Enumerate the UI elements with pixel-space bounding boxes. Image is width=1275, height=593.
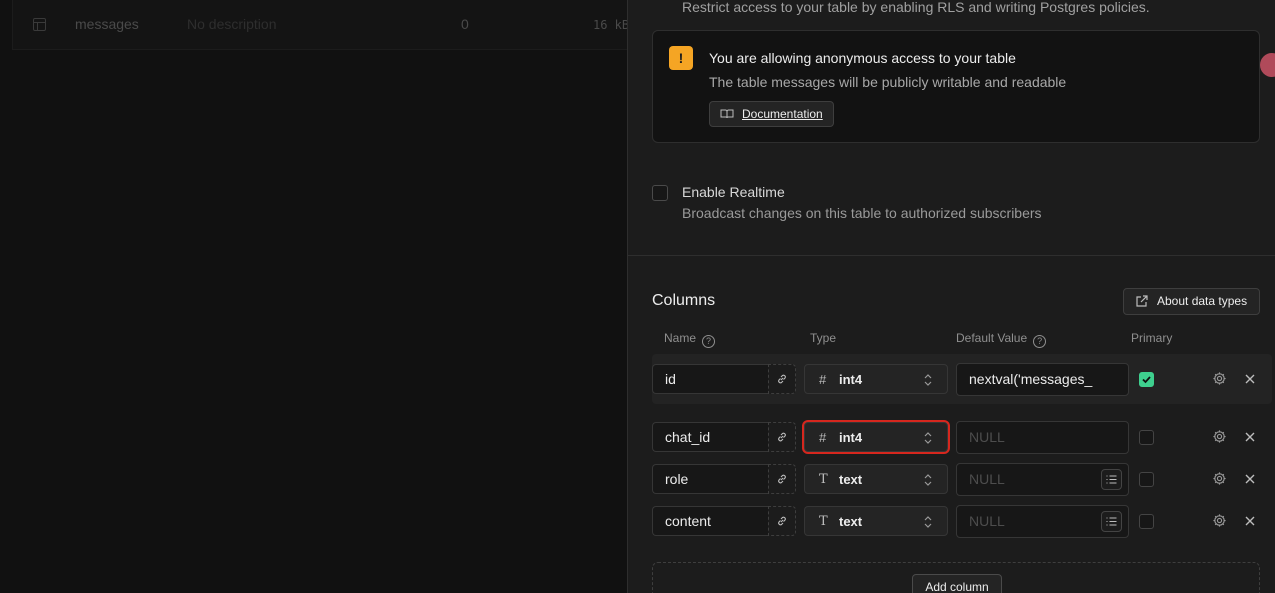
column-type-value: text bbox=[839, 514, 863, 529]
column-type-select[interactable]: T text bbox=[804, 464, 948, 494]
link-icon bbox=[778, 432, 786, 442]
link-icon bbox=[778, 474, 786, 484]
column-name-input[interactable]: role bbox=[652, 464, 768, 494]
column-header-default: Default Value? bbox=[956, 331, 1047, 348]
hash-icon: # bbox=[819, 430, 827, 445]
add-column-area: Add column bbox=[652, 562, 1260, 593]
column-type-value: int4 bbox=[839, 430, 863, 445]
default-value-placeholder: NULL bbox=[969, 513, 1005, 529]
foreign-key-button[interactable] bbox=[768, 364, 796, 394]
table-row[interactable]: messages No description 0 16 kB bbox=[12, 0, 652, 50]
column-type-value: int4 bbox=[839, 372, 863, 387]
chevron-up-down-icon bbox=[924, 374, 932, 386]
alert-title: You are allowing anonymous access to you… bbox=[709, 50, 1016, 66]
columns-title: Columns bbox=[652, 292, 716, 309]
primary-key-checkbox[interactable] bbox=[1139, 372, 1154, 387]
table-size: 16 kB bbox=[593, 18, 630, 32]
hash-icon: # bbox=[819, 372, 827, 387]
table-row-count: 0 bbox=[461, 16, 469, 32]
primary-key-checkbox[interactable] bbox=[1139, 514, 1154, 529]
help-icon[interactable]: ? bbox=[1033, 335, 1047, 348]
add-column-button[interactable]: Add column bbox=[912, 574, 1002, 593]
primary-key-checkbox[interactable] bbox=[1139, 430, 1154, 445]
foreign-key-button[interactable] bbox=[768, 506, 796, 536]
link-icon bbox=[778, 374, 786, 384]
column-type-select[interactable]: T text bbox=[804, 506, 948, 536]
documentation-label: Documentation bbox=[742, 107, 823, 121]
gear-icon[interactable] bbox=[1212, 429, 1227, 444]
anonymous-access-alert: ! You are allowing anonymous access to y… bbox=[652, 30, 1260, 143]
default-value-input[interactable]: NULL bbox=[956, 421, 1129, 454]
table-list-backdrop: messages No description 0 16 kB bbox=[0, 0, 652, 593]
list-icon bbox=[1106, 475, 1117, 484]
close-icon[interactable] bbox=[1244, 515, 1256, 527]
text-type-icon: T bbox=[819, 472, 828, 487]
table-icon bbox=[33, 18, 46, 31]
table-description: No description bbox=[187, 16, 277, 32]
external-link-icon bbox=[1136, 295, 1148, 307]
chevron-up-down-icon bbox=[924, 474, 932, 486]
default-value-input[interactable]: NULL bbox=[956, 505, 1129, 538]
chevron-up-down-icon bbox=[924, 516, 932, 528]
column-type-select[interactable]: # int4 bbox=[804, 422, 948, 452]
column-type-select[interactable]: # int4 bbox=[804, 364, 948, 394]
realtime-label: Enable Realtime bbox=[682, 184, 785, 200]
close-icon[interactable] bbox=[1244, 431, 1256, 443]
link-icon bbox=[778, 516, 786, 526]
column-row: content T text NULL bbox=[652, 496, 1272, 546]
primary-key-checkbox[interactable] bbox=[1139, 472, 1154, 487]
column-row: id # int4 nextval('messages_ bbox=[652, 354, 1272, 404]
column-name-input[interactable]: chat_id bbox=[652, 422, 768, 452]
column-header-type: Type bbox=[810, 331, 837, 345]
list-icon bbox=[1106, 517, 1117, 526]
column-header-primary: Primary bbox=[1131, 331, 1173, 345]
foreign-key-button[interactable] bbox=[768, 422, 796, 452]
text-type-icon: T bbox=[819, 514, 828, 529]
gear-icon[interactable] bbox=[1212, 513, 1227, 528]
rls-description: Restrict access to your table by enablin… bbox=[682, 0, 1150, 15]
check-icon bbox=[1142, 376, 1151, 384]
column-header-name: Name? bbox=[664, 331, 716, 348]
section-divider bbox=[628, 255, 1275, 256]
realtime-description: Broadcast changes on this table to autho… bbox=[682, 205, 1042, 221]
close-icon[interactable] bbox=[1244, 373, 1256, 385]
alert-body: The table messages will be publicly writ… bbox=[709, 74, 1067, 90]
default-value-input[interactable]: nextval('messages_ bbox=[956, 363, 1129, 396]
foreign-key-button[interactable] bbox=[768, 464, 796, 494]
realtime-checkbox[interactable] bbox=[652, 185, 668, 201]
about-data-types-label: About data types bbox=[1157, 294, 1248, 308]
default-value-input[interactable]: NULL bbox=[956, 463, 1129, 496]
suggestions-button[interactable] bbox=[1101, 469, 1122, 490]
chevron-up-down-icon bbox=[924, 432, 932, 444]
book-icon bbox=[720, 109, 734, 119]
table-name: messages bbox=[75, 16, 139, 32]
column-type-value: text bbox=[839, 472, 863, 487]
default-value-placeholder: NULL bbox=[969, 471, 1005, 487]
gear-icon[interactable] bbox=[1212, 371, 1227, 386]
warning-icon: ! bbox=[669, 46, 693, 70]
column-name-input[interactable]: id bbox=[652, 364, 768, 394]
column-name-input[interactable]: content bbox=[652, 506, 768, 536]
documentation-button[interactable]: Documentation bbox=[709, 101, 834, 127]
table-editor-panel: Restrict access to your table by enablin… bbox=[627, 0, 1275, 593]
suggestions-button[interactable] bbox=[1101, 511, 1122, 532]
gear-icon[interactable] bbox=[1212, 471, 1227, 486]
help-icon[interactable]: ? bbox=[702, 335, 716, 348]
close-icon[interactable] bbox=[1244, 473, 1256, 485]
about-data-types-button[interactable]: About data types bbox=[1123, 288, 1260, 315]
